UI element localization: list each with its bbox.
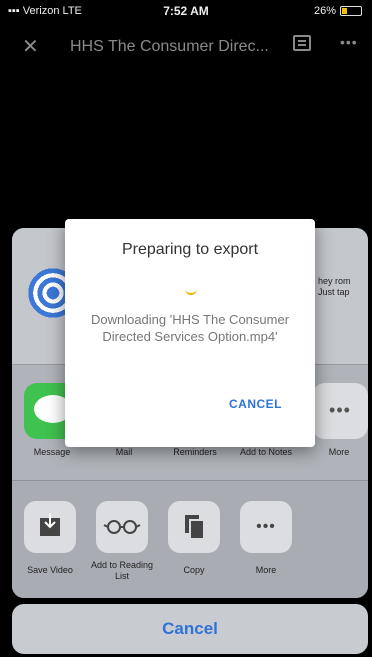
export-dialog: Preparing to export Downloading 'HHS The… [65, 219, 315, 447]
copy-icon[interactable] [168, 501, 220, 553]
app-label-add-to-notes: Add to Notes [239, 447, 293, 457]
more-actions-icon[interactable]: ••• [240, 501, 292, 553]
app-label-message: Message [33, 447, 71, 457]
status-bar: ▪▪▪ Verizon LTE 7:52 AM 26% [0, 0, 372, 22]
airdrop-hint: hey rom Just tap [318, 276, 351, 297]
battery-fill [342, 8, 348, 14]
video-title: HHS The Consumer Direc... [70, 38, 269, 55]
action-row: ••• Save Video Add to Reading List Copy … [12, 480, 368, 598]
action-label-reading-list: Add to Reading List [90, 560, 154, 581]
action-label-more: More [255, 565, 277, 575]
app-label-mail: Mail [115, 447, 133, 457]
save-video-icon[interactable] [24, 501, 76, 553]
list-icon[interactable] [293, 35, 311, 51]
loading-spinner-icon [185, 289, 197, 295]
battery-icon [340, 6, 362, 16]
share-cancel-button[interactable]: Cancel [12, 604, 368, 654]
reading-list-icon[interactable] [96, 501, 148, 553]
dialog-title: Preparing to export [121, 241, 259, 258]
more-icon[interactable]: ••• [340, 34, 358, 50]
close-icon[interactable]: ✕ [22, 34, 39, 59]
battery-percent: 26% [313, 5, 336, 17]
dialog-cancel-button[interactable]: CANCEL [229, 397, 282, 411]
action-label-copy: Copy [183, 565, 205, 575]
app-label-reminders: Reminders [173, 447, 217, 457]
app-label-more: More [328, 447, 350, 457]
action-label-save-video: Save Video [27, 565, 73, 575]
top-bar: ✕ HHS The Consumer Direc... ••• [0, 30, 372, 66]
more-apps-icon[interactable]: ••• [312, 383, 368, 439]
dialog-message: Downloading 'HHS The Consumer Directed S… [90, 312, 290, 344]
